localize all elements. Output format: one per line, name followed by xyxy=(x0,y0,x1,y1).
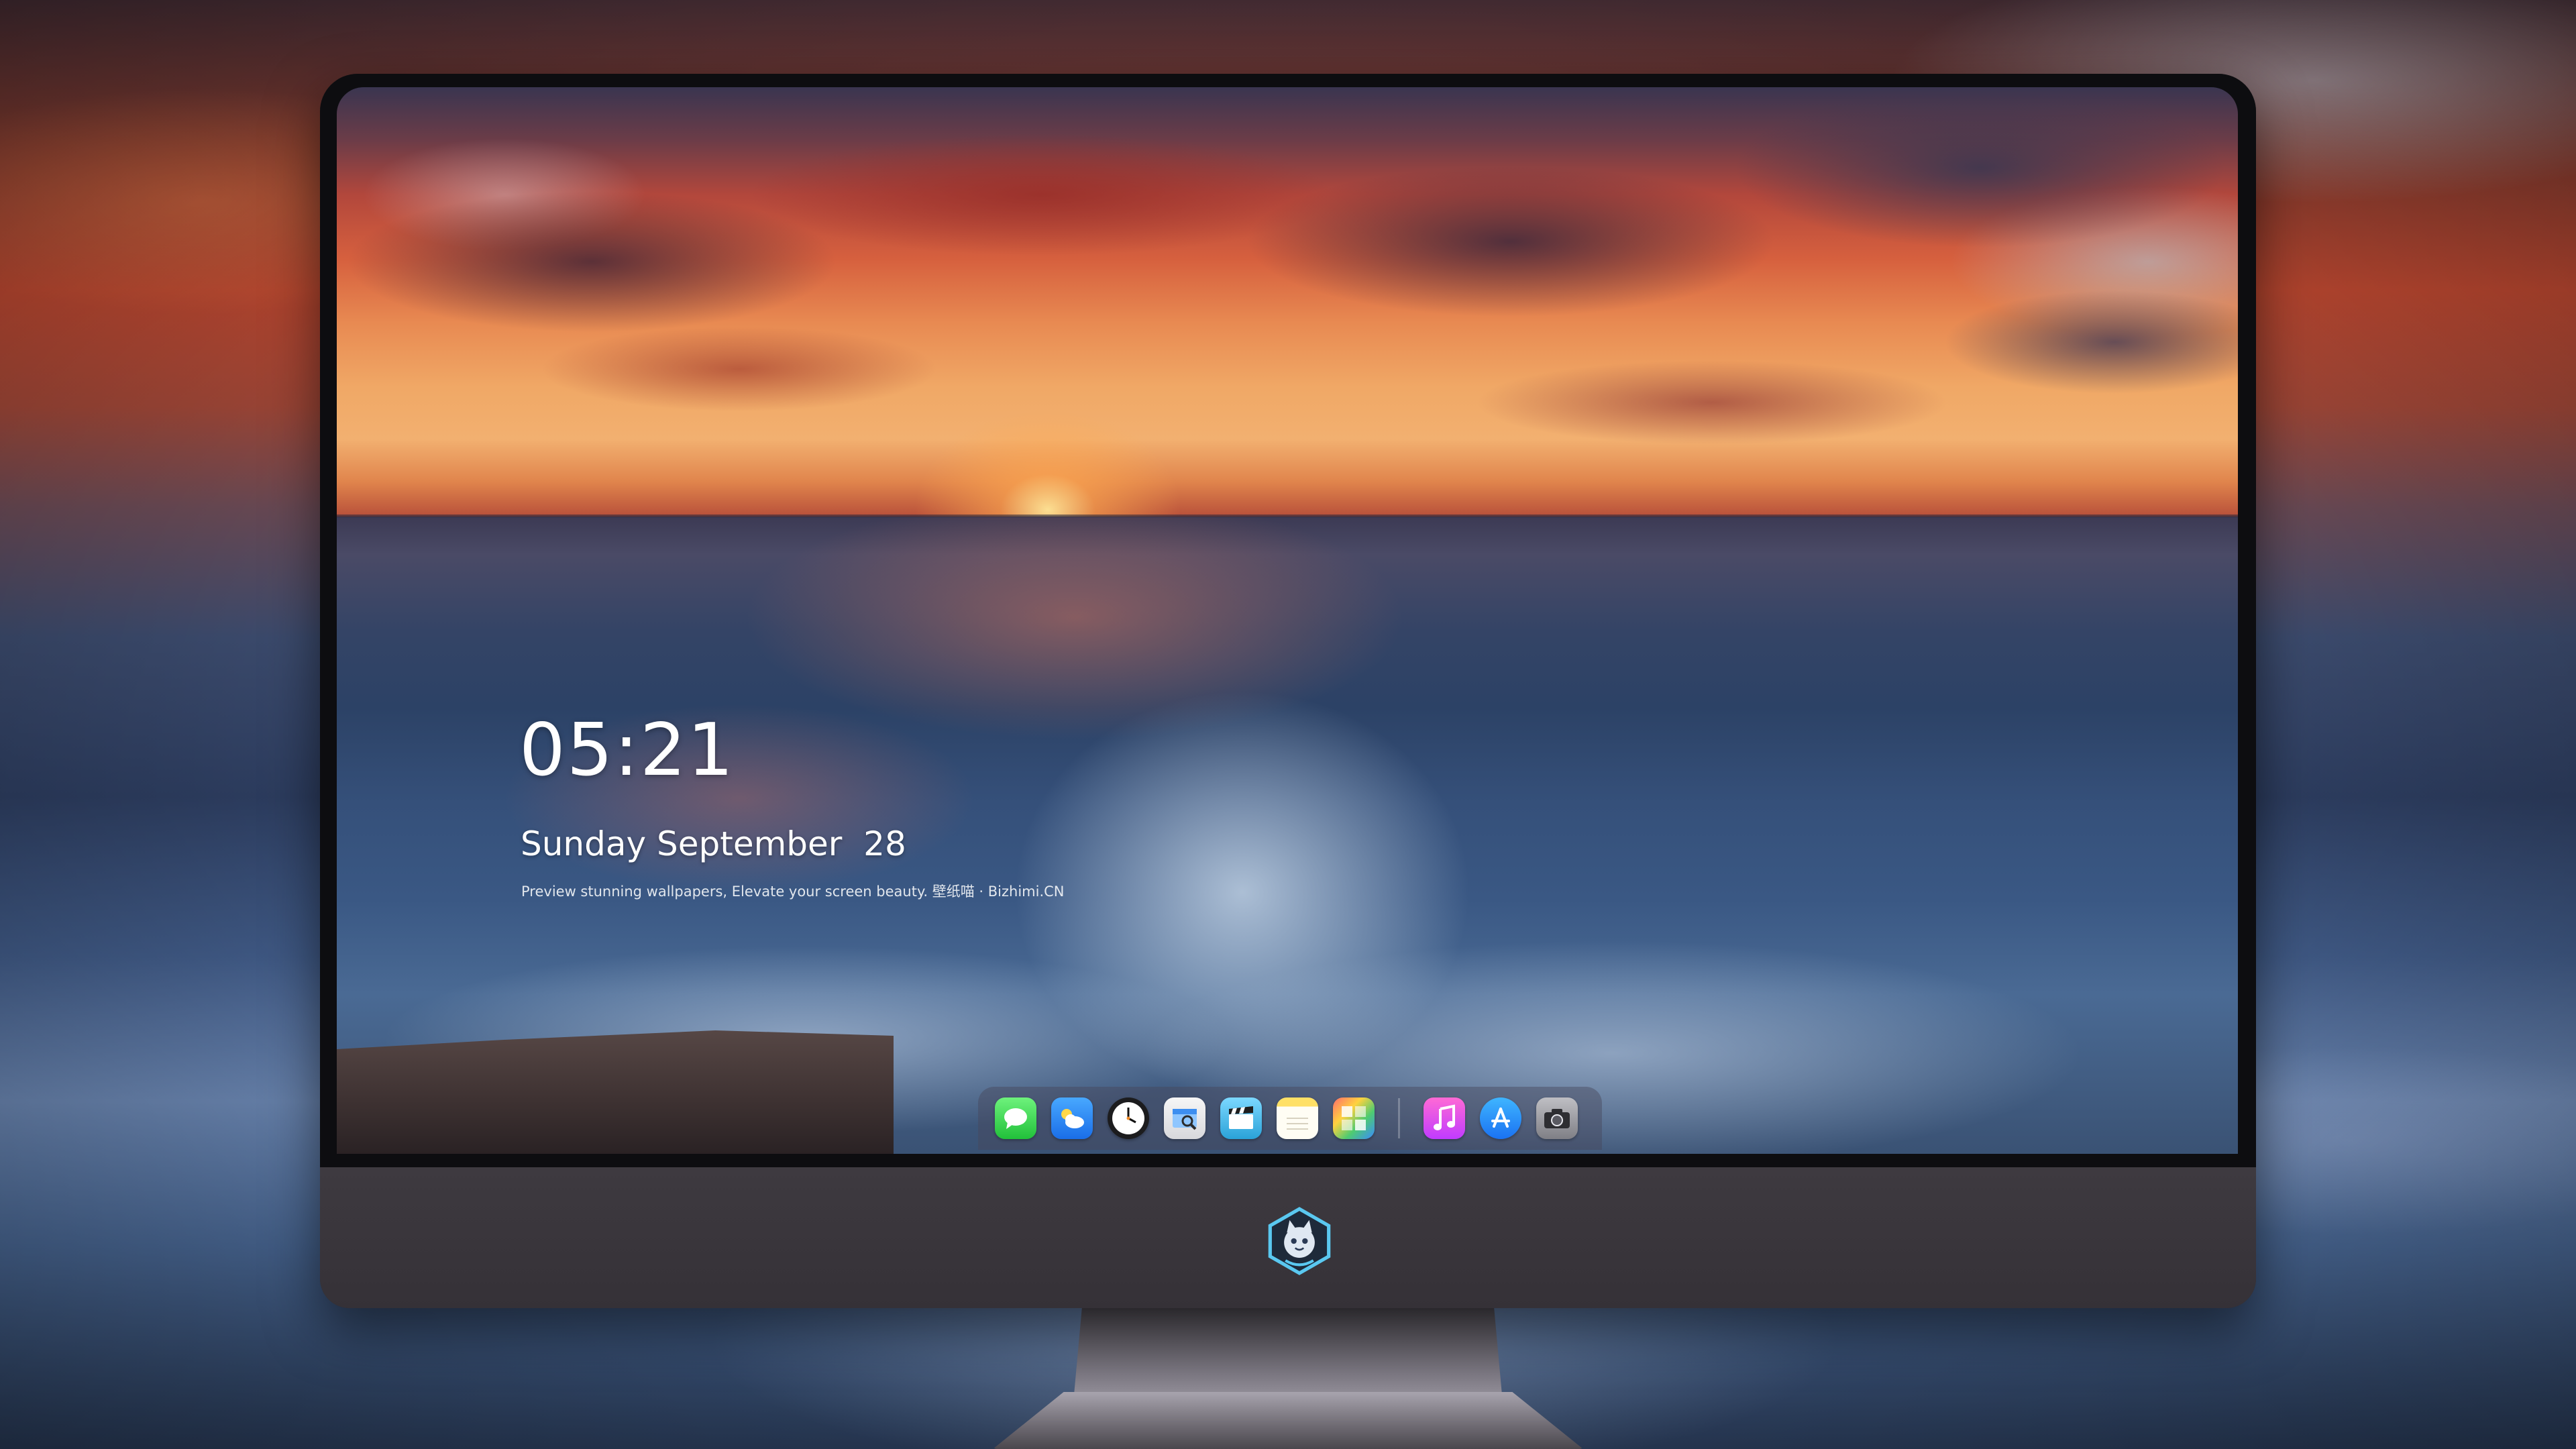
photo-grid-icon[interactable] xyxy=(1333,1097,1375,1139)
monitor-stand-neck xyxy=(1073,1308,1503,1402)
wallpaper-clouds xyxy=(337,87,2238,517)
preview-icon[interactable] xyxy=(1164,1097,1205,1139)
lock-clock: 05:21 xyxy=(519,708,735,792)
message-bubble-icon[interactable] xyxy=(995,1097,1036,1139)
dock-separator xyxy=(1398,1098,1400,1138)
dock xyxy=(978,1087,1602,1150)
wallpaper-horizon xyxy=(337,515,2238,517)
app-store-icon[interactable] xyxy=(1480,1097,1521,1139)
cat-mascot-logo-icon xyxy=(1268,1207,1331,1275)
lock-date: Sunday September 28 xyxy=(521,824,906,863)
monitor-stand-base xyxy=(993,1392,1583,1449)
wallpaper-tagline: Preview stunning wallpapers, Elevate you… xyxy=(521,883,1065,900)
camera-icon[interactable] xyxy=(1536,1097,1578,1139)
clock-icon[interactable] xyxy=(1108,1097,1149,1139)
notes-icon[interactable] xyxy=(1277,1097,1318,1139)
clapperboard-icon[interactable] xyxy=(1220,1097,1262,1139)
music-note-icon[interactable] xyxy=(1424,1097,1465,1139)
cloud-sun-icon[interactable] xyxy=(1051,1097,1093,1139)
lock-screen: 05:21 Sunday September 28 Preview stunni… xyxy=(337,87,2238,1154)
